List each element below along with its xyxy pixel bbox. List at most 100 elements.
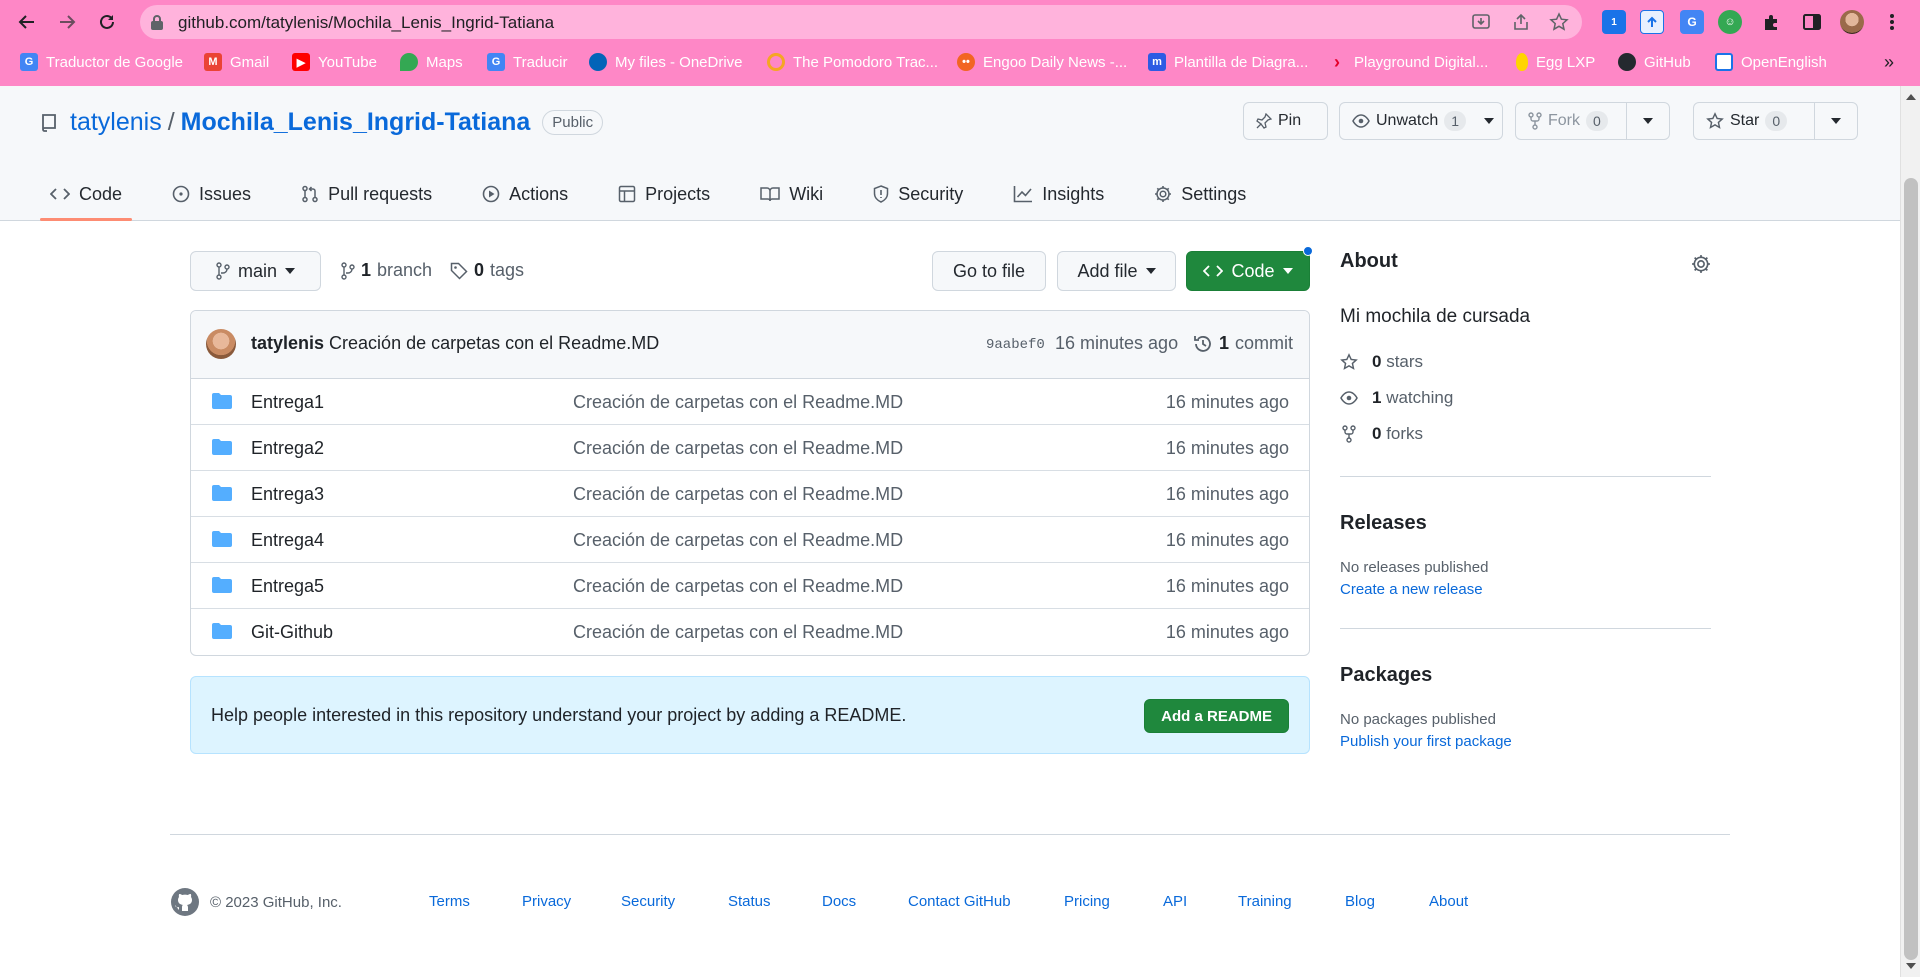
back-button[interactable]: [14, 9, 40, 35]
add-readme-button[interactable]: Add a README: [1144, 699, 1289, 733]
fork-dropdown[interactable]: [1626, 103, 1669, 139]
file-row[interactable]: Entrega1 Creación de carpetas con el Rea…: [191, 379, 1309, 425]
profile-avatar[interactable]: [1840, 10, 1864, 34]
bookmark-onedrive[interactable]: My files - OneDrive: [589, 49, 743, 75]
bookmark-github[interactable]: GitHub: [1618, 49, 1691, 75]
fork-button[interactable]: Fork 0: [1516, 103, 1626, 139]
side-panel-icon[interactable]: [1800, 10, 1824, 34]
star-dropdown[interactable]: [1814, 103, 1857, 139]
bookmark-star-icon[interactable]: [1548, 11, 1570, 33]
releases-title[interactable]: Releases: [1340, 512, 1711, 535]
repo-name-link[interactable]: Mochila_Lenis_Ingrid-Tatiana: [181, 108, 531, 137]
file-commit-message[interactable]: Creación de carpetas con el Readme.MD: [573, 530, 903, 551]
file-row[interactable]: Git-Github Creación de carpetas con el R…: [191, 609, 1309, 655]
file-commit-message[interactable]: Creación de carpetas con el Readme.MD: [573, 392, 903, 413]
tab-code[interactable]: Code: [40, 168, 133, 221]
forward-button[interactable]: [54, 9, 80, 35]
packages-title[interactable]: Packages: [1340, 664, 1711, 687]
bookmark-youtube[interactable]: ▶ YouTube: [292, 49, 377, 75]
file-commit-message[interactable]: Creación de carpetas con el Readme.MD: [573, 622, 903, 643]
watch-dropdown[interactable]: [1478, 103, 1500, 139]
bookmark-openenglish[interactable]: OpenEnglish: [1715, 49, 1827, 75]
tab-issues[interactable]: Issues: [162, 168, 261, 220]
extension-translate-icon[interactable]: G: [1680, 10, 1704, 34]
extension-trello-icon[interactable]: 1: [1602, 10, 1626, 34]
bookmark-playground[interactable]: › Playground Digital...: [1328, 49, 1488, 75]
tab-pull-requests[interactable]: Pull requests: [291, 168, 442, 220]
footer-link-pricing[interactable]: Pricing: [1064, 893, 1110, 910]
file-commit-message[interactable]: Creación de carpetas con el Readme.MD: [573, 484, 903, 505]
file-row[interactable]: Entrega5 Creación de carpetas con el Rea…: [191, 563, 1309, 609]
bookmark-plantilla[interactable]: m Plantilla de Diagra...: [1148, 49, 1308, 75]
commit-author[interactable]: tatylenis: [251, 333, 324, 353]
install-app-icon[interactable]: [1470, 11, 1492, 33]
file-name-link[interactable]: Git-Github: [251, 622, 333, 643]
footer-link-status[interactable]: Status: [728, 893, 771, 910]
file-name-link[interactable]: Entrega4: [251, 530, 324, 551]
forks-stat[interactable]: 0 forks: [1340, 416, 1711, 452]
extension-robot-icon[interactable]: ☺: [1718, 10, 1742, 34]
footer-link-training[interactable]: Training: [1238, 893, 1292, 910]
branch-selector[interactable]: main: [190, 251, 321, 291]
star-button[interactable]: Star 0: [1694, 103, 1814, 139]
file-row[interactable]: Entrega2 Creación de carpetas con el Rea…: [191, 425, 1309, 471]
file-row[interactable]: Entrega4 Creación de carpetas con el Rea…: [191, 517, 1309, 563]
footer-link-security[interactable]: Security: [621, 893, 675, 910]
scrollbar-thumb[interactable]: [1904, 178, 1918, 960]
scroll-up-arrow[interactable]: [1906, 94, 1916, 100]
footer-link-blog[interactable]: Blog: [1345, 893, 1375, 910]
footer-link-about[interactable]: About: [1429, 893, 1468, 910]
page-scrollbar[interactable]: [1900, 86, 1920, 977]
more-bookmarks-button[interactable]: »: [1884, 49, 1894, 75]
footer-link-privacy[interactable]: Privacy: [522, 893, 571, 910]
commit-message[interactable]: Creación de carpetas con el Readme.MD: [329, 333, 659, 353]
watching-stat[interactable]: 1 watching: [1340, 380, 1711, 416]
bookmark-maps[interactable]: Maps: [400, 49, 463, 75]
tags-link[interactable]: 0 tags: [450, 260, 524, 281]
bookmark-traductor-de-google[interactable]: G Traductor de Google: [20, 49, 183, 75]
bookmark-gmail[interactable]: M Gmail: [204, 49, 269, 75]
branches-link[interactable]: 1 branch: [341, 260, 432, 281]
file-name-link[interactable]: Entrega3: [251, 484, 324, 505]
file-commit-message[interactable]: Creación de carpetas con el Readme.MD: [573, 576, 903, 597]
file-name-link[interactable]: Entrega2: [251, 438, 324, 459]
footer-link-contact[interactable]: Contact GitHub: [908, 893, 1011, 910]
tab-projects[interactable]: Projects: [608, 168, 720, 220]
commits-link[interactable]: 1 commit: [1193, 333, 1293, 354]
github-logo-icon[interactable]: [170, 887, 200, 917]
tab-insights[interactable]: Insights: [1003, 168, 1114, 220]
scroll-down-arrow[interactable]: [1906, 963, 1916, 969]
avatar[interactable]: [206, 329, 236, 359]
add-file-button[interactable]: Add file: [1057, 251, 1176, 291]
file-name-link[interactable]: Entrega5: [251, 576, 324, 597]
create-release-link[interactable]: Create a new release: [1340, 581, 1711, 598]
go-to-file-button[interactable]: Go to file: [932, 251, 1046, 291]
stars-stat[interactable]: 0 stars: [1340, 344, 1711, 380]
commit-sha[interactable]: 9aabef0: [986, 337, 1045, 353]
file-row[interactable]: Entrega3 Creación de carpetas con el Rea…: [191, 471, 1309, 517]
bookmark-pomodoro[interactable]: The Pomodoro Trac...: [767, 49, 938, 75]
file-name-link[interactable]: Entrega1: [251, 392, 324, 413]
tab-wiki[interactable]: Wiki: [750, 168, 833, 220]
bookmark-traducir[interactable]: G Traducir: [487, 49, 567, 75]
bookmark-engoo[interactable]: •• Engoo Daily News -...: [957, 49, 1127, 75]
bookmark-egg-lxp[interactable]: Egg LXP: [1516, 49, 1595, 75]
repo-owner-link[interactable]: tatylenis: [70, 108, 162, 137]
footer-link-docs[interactable]: Docs: [822, 893, 856, 910]
publish-package-link[interactable]: Publish your first package: [1340, 733, 1711, 750]
unwatch-button[interactable]: Unwatch 1: [1340, 103, 1478, 139]
pin-button[interactable]: Pin: [1243, 102, 1328, 140]
gear-icon[interactable]: [1691, 254, 1711, 274]
share-icon[interactable]: [1510, 11, 1532, 33]
browser-menu-icon[interactable]: [1880, 10, 1904, 34]
tab-actions[interactable]: Actions: [472, 168, 578, 220]
file-commit-message[interactable]: Creación de carpetas con el Readme.MD: [573, 438, 903, 459]
tab-settings[interactable]: Settings: [1144, 168, 1256, 220]
code-button[interactable]: Code: [1186, 251, 1310, 291]
extensions-puzzle-icon[interactable]: [1760, 10, 1784, 34]
tab-security[interactable]: Security: [863, 168, 973, 220]
footer-link-terms[interactable]: Terms: [429, 893, 470, 910]
footer-link-api[interactable]: API: [1163, 893, 1187, 910]
address-bar[interactable]: github.com/tatylenis/Mochila_Lenis_Ingri…: [140, 5, 1582, 39]
extension-upload-icon[interactable]: [1640, 10, 1664, 34]
